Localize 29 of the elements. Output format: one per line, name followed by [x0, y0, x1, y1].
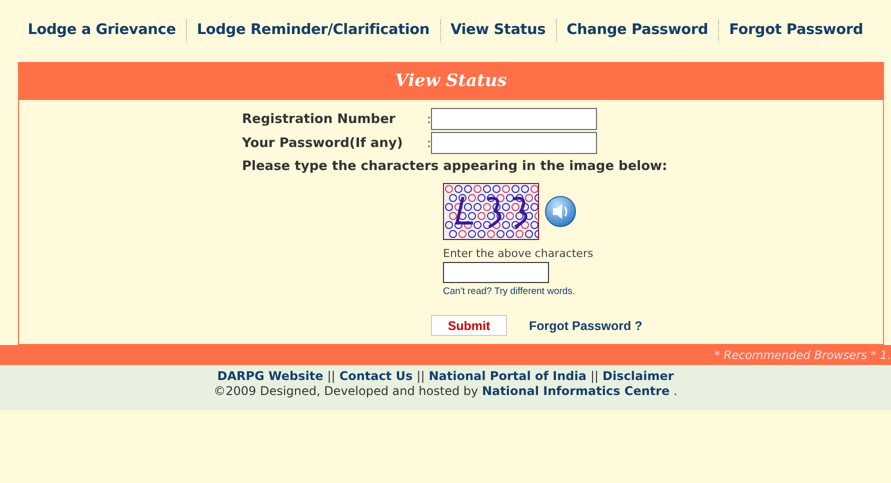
footer-link[interactable]: National Portal of India — [428, 369, 586, 383]
panel-title: View Status — [395, 71, 507, 91]
submit-button[interactable]: Submit — [431, 315, 507, 336]
link-separator: || — [416, 369, 425, 383]
nav-link[interactable]: Change Password — [556, 19, 718, 42]
refresh-captcha-link[interactable]: Can't read? Try different words. — [443, 286, 883, 297]
link-separator: || — [327, 369, 336, 383]
field-label: Your Password(If any) — [242, 136, 404, 150]
field-separator: : — [427, 112, 431, 126]
nav-link[interactable]: Lodge Reminder/Clarification — [186, 19, 440, 42]
nav-link[interactable]: View Status — [440, 19, 556, 42]
nav-link[interactable]: Lodge a Grievance — [18, 19, 186, 42]
captcha-prompt: Please type the characters appearing in the image below: — [242, 159, 668, 174]
link-separator: || — [590, 369, 599, 383]
captcha-input-field[interactable] — [443, 262, 549, 283]
field-separator: : — [427, 136, 431, 150]
field-label: Registration Number — [242, 112, 396, 126]
input-field[interactable] — [431, 108, 597, 130]
footer-link[interactable]: DARPG Website — [217, 369, 324, 383]
footer-link[interactable]: Contact Us — [339, 369, 413, 383]
input-field[interactable] — [431, 132, 597, 154]
footer-link[interactable]: Disclaimer — [602, 369, 674, 383]
nav-link[interactable]: Forgot Password — [718, 19, 873, 42]
forgot-password-link[interactable]: Forgot Password ? — [529, 318, 642, 332]
copyright-text: ©2009 Designed, Developed and hosted by National Informatics Centre . — [214, 384, 678, 398]
notice-text: * Recommended Browsers * 1. — [714, 348, 891, 362]
speaker-icon[interactable] — [545, 196, 576, 227]
captcha-hint: Enter the above characters — [443, 247, 594, 260]
credit-link[interactable]: National Informatics Centre — [482, 384, 670, 398]
